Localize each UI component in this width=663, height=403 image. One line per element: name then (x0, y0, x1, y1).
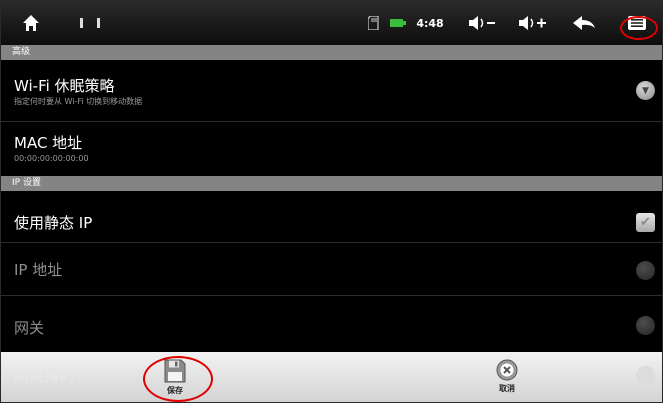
notification-indicators (70, 0, 110, 46)
menu-highlight-circle (620, 16, 658, 40)
netmask-dropdown-icon (636, 366, 655, 385)
status-bar: 4:48 (0, 0, 663, 46)
sd-card-status (365, 0, 383, 46)
mac-address-value: 00:00:00:00:00:00 (14, 154, 89, 163)
volume-down-icon (469, 16, 495, 30)
netmask-title-behind-menu: 网络掩码 (14, 367, 75, 385)
ip-address-dropdown-icon[interactable] (636, 261, 655, 280)
indicator-bar (80, 18, 83, 28)
wifi-sleep-policy-summary: 指定何时要从 Wi-Fi 切换到移动数据 (14, 97, 143, 106)
battery-icon (390, 19, 406, 27)
sd-card-icon (368, 16, 379, 30)
gateway-title: 网关 (14, 319, 45, 337)
section-header-advanced: 高级 (0, 45, 663, 60)
back-icon (573, 16, 595, 30)
back-button[interactable] (566, 0, 602, 46)
indicator-bar (97, 18, 100, 28)
gateway-dropdown-icon[interactable] (636, 316, 655, 335)
home-button[interactable] (18, 0, 44, 46)
volume-down-button[interactable] (464, 0, 500, 46)
cancel-circle-icon (496, 359, 518, 381)
wifi-sleep-policy-item[interactable]: Wi-Fi 休眠策略 指定何时要从 Wi-Fi 切换到移动数据 ▼ (0, 61, 663, 121)
volume-up-button[interactable] (514, 0, 552, 46)
option-menu: 网络掩码 保存 取消 (0, 352, 663, 403)
gateway-item[interactable]: 网关 (0, 296, 663, 352)
ip-address-item[interactable]: IP 地址 (0, 243, 663, 295)
battery-status (387, 0, 409, 46)
cancel-menu-item[interactable]: 取消 (482, 352, 532, 403)
section-header-ip-settings: IP 设置 (0, 176, 663, 191)
status-time: 4:48 (416, 16, 444, 30)
use-static-ip-title: 使用静态 IP (14, 214, 93, 232)
static-ip-checkbox[interactable]: ✔ (636, 213, 655, 232)
mac-address-title: MAC 地址 (14, 134, 83, 152)
home-icon (23, 15, 39, 31)
wifi-sleep-policy-title: Wi-Fi 休眠策略 (14, 77, 115, 95)
mac-address-item: MAC 地址 00:00:00:00:00:00 (0, 122, 663, 176)
volume-up-icon (519, 16, 546, 30)
dropdown-arrow-icon[interactable]: ▼ (636, 81, 655, 100)
ip-address-title: IP 地址 (14, 261, 63, 279)
cancel-label: 取消 (499, 384, 515, 393)
save-highlight-circle (143, 356, 213, 402)
